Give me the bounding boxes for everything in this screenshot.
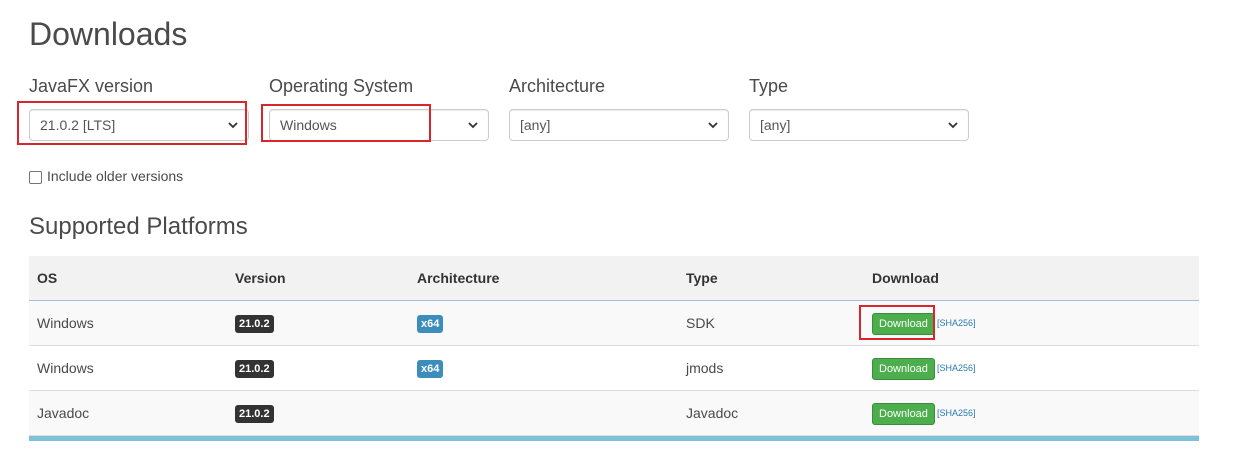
download-button[interactable]: Download xyxy=(872,313,935,335)
table-row: Windows 21.0.2 x64 jmods Download [SHA25… xyxy=(29,346,1199,391)
header-os: OS xyxy=(37,270,58,286)
javafx-version-label: JavaFX version xyxy=(29,76,154,96)
type-value: [any] xyxy=(760,117,791,133)
version-badge: 21.0.2 xyxy=(235,360,274,378)
sha256-link[interactable]: [SHA256] xyxy=(937,346,976,390)
chevron-down-icon xyxy=(468,122,478,129)
architecture-label: Architecture xyxy=(509,76,606,96)
architecture-select[interactable]: [any] xyxy=(509,109,729,141)
version-badge: 21.0.2 xyxy=(235,315,274,333)
download-button[interactable]: Download xyxy=(872,403,935,425)
header-architecture: Architecture xyxy=(417,270,500,286)
architecture-badge: x64 xyxy=(417,360,444,378)
downloads-page: Downloads JavaFX version 21.0.2 [LTS] Op… xyxy=(0,0,1243,461)
javafx-version-select[interactable]: 21.0.2 [LTS] xyxy=(29,109,249,141)
table-header: OS Version Architecture Type Download xyxy=(29,256,1199,301)
include-older-checkbox[interactable] xyxy=(29,171,42,184)
operating-system-value: Windows xyxy=(280,117,337,133)
operating-system-select[interactable]: Windows xyxy=(269,109,489,141)
row-os: Windows xyxy=(37,360,94,376)
table-row: Windows 21.0.2 x64 SDK Download [SHA256] xyxy=(29,301,1199,346)
download-button[interactable]: Download xyxy=(872,358,935,380)
architecture-filter: Architecture [any] xyxy=(509,74,729,141)
sha256-link[interactable]: [SHA256] xyxy=(937,301,976,345)
operating-system-filter: Operating System Windows xyxy=(269,74,489,141)
chevron-down-icon xyxy=(948,122,958,129)
row-os: Javadoc xyxy=(37,405,90,421)
architecture-value: [any] xyxy=(520,117,551,133)
javafx-version-filter: JavaFX version 21.0.2 [LTS] xyxy=(29,74,249,141)
type-select[interactable]: [any] xyxy=(749,109,969,141)
table-bottom-border xyxy=(29,436,1199,441)
row-os: Windows xyxy=(37,315,94,331)
type-label: Type xyxy=(749,76,789,96)
header-download: Download xyxy=(872,270,939,286)
header-version: Version xyxy=(235,270,286,286)
row-type: jmods xyxy=(686,360,724,376)
row-type: SDK xyxy=(686,315,715,331)
chevron-down-icon xyxy=(228,122,238,129)
architecture-badge: x64 xyxy=(417,315,444,333)
operating-system-label: Operating System xyxy=(269,76,414,96)
page-title: Downloads xyxy=(29,16,188,52)
type-filter: Type [any] xyxy=(749,74,969,141)
version-badge: 21.0.2 xyxy=(235,405,274,423)
chevron-down-icon xyxy=(708,122,718,129)
sha256-link[interactable]: [SHA256] xyxy=(937,391,976,435)
include-older-versions[interactable]: Include older versions xyxy=(29,168,183,184)
javafx-version-value: 21.0.2 [LTS] xyxy=(40,117,116,133)
header-type: Type xyxy=(686,270,718,286)
row-type: Javadoc xyxy=(686,405,739,421)
include-older-label: Include older versions xyxy=(47,168,184,184)
platforms-table: OS Version Architecture Type Download Wi… xyxy=(29,256,1199,441)
supported-platforms-title: Supported Platforms xyxy=(29,213,248,240)
table-row: Javadoc 21.0.2 Javadoc Download [SHA256] xyxy=(29,391,1199,436)
